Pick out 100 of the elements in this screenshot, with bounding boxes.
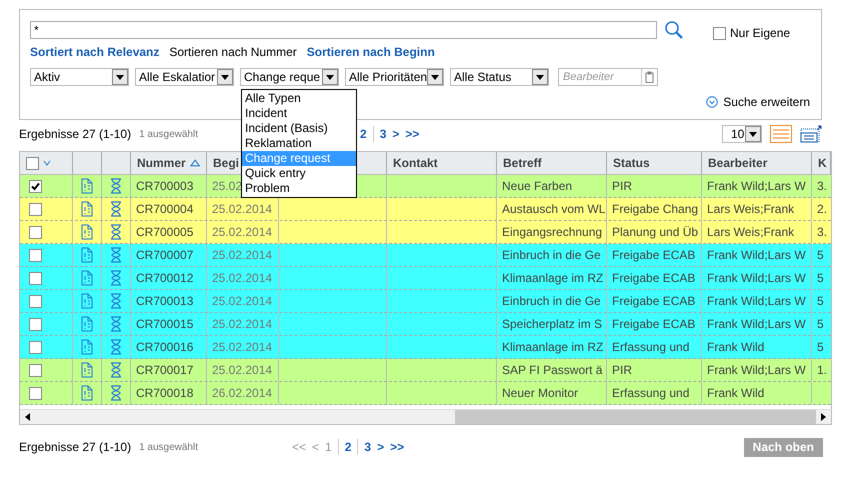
dropdown-caret-icon[interactable] [112,69,128,85]
table-row[interactable]: CR700012 25.02.2014 Klimaanlage im RZ Freigabe ECAB Frank Wild;Lars W 5 [20,267,831,290]
table-cell-text: 25.02.2014 [212,224,272,241]
table-cell-text: Frank Wild;Lars W [707,316,806,333]
table-row[interactable]: CR700017 25.02.2014 SAP FI Passwort ä PIR Frank Wild;Lars W 1. [20,359,831,382]
table-cell-text: 5 [817,270,824,287]
column-header[interactable]: K [818,154,827,172]
dropdown-option[interactable]: Incident (Basis) [242,121,356,136]
dropdown-option[interactable]: Incident [242,106,356,121]
table-cell-text: 3. [817,178,828,195]
document-icon[interactable] [81,362,93,378]
checkbox[interactable] [26,156,39,170]
filter-select[interactable]: Alle Prioritäten [345,68,444,86]
table-cell-text: Lars Weis;Frank [707,224,794,241]
dropdown-caret-icon[interactable] [532,69,548,85]
dropdown-option[interactable]: Reklamation [242,136,356,151]
filter-select[interactable]: Aktiv [30,68,129,86]
column-header[interactable]: Kontakt [393,154,438,172]
dropdown-option[interactable]: Problem [242,181,356,196]
document-icon[interactable] [81,339,93,355]
expand-search-link[interactable]: Suche erweitern [723,93,810,111]
table-row[interactable]: CR700007 25.02.2014 Einbruch in die Ge Freigabe ECAB Frank Wild;Lars W 5 [20,244,831,267]
page-size-select[interactable]: 10 [722,125,762,143]
page-nav-link[interactable]: > [392,125,400,143]
sort-ascending-icon[interactable] [190,159,200,167]
table-cell-text: 25.02 [212,178,242,195]
table-cell-text: Einbruch in die Ge [502,293,601,310]
column-header[interactable]: Betreff [503,154,542,172]
table-row[interactable]: CR700005 25.02.2014 Eingangsrechnung Planung und Üb Lars Weis;Frank 3. [20,221,831,244]
horizontal-scrollbar[interactable] [20,409,831,424]
table-row[interactable]: CR700015 25.02.2014 Speicherplatz im S Freigabe ECAB Frank Wild;Lars W 5 [20,313,831,336]
table-cell-text: 25.02.2014 [212,316,272,333]
document-icon[interactable] [81,385,93,401]
search-icon[interactable] [664,20,684,40]
table-row[interactable]: CR700013 25.02.2014 Einbruch in die Ge Freigabe ECAB Frank Wild;Lars W 5 [20,290,831,313]
column-header[interactable]: Nummer [137,154,186,172]
results-summary: Ergebnisse 27 (1-10) [19,439,132,456]
hourglass-icon [110,362,122,378]
table-row[interactable]: CR700018 26.02.2014 Neuer Monitor Erfassung und Frank Wild [20,382,831,405]
checkbox[interactable] [29,364,42,376]
document-icon[interactable] [81,316,93,332]
table-cell-text: CR700018 [136,385,194,402]
document-icon[interactable] [81,247,93,263]
page-nav-link[interactable]: >> [390,438,404,456]
document-icon[interactable] [81,178,93,194]
search-field[interactable]: * [30,21,657,39]
checkbox[interactable] [29,340,42,354]
column-header[interactable]: Status [613,154,650,172]
filter-select[interactable]: Alle Status [450,68,549,86]
page-link[interactable]: 2 [360,125,367,143]
checkbox[interactable] [29,272,42,284]
table-cell-text: CR700015 [136,316,194,333]
table-row[interactable]: CR700016 25.02.2014 Klimaanlage im RZ Erfassung und Frank Wild 5 [20,336,831,359]
clipboard-icon[interactable] [645,71,654,83]
document-icon[interactable] [81,201,93,217]
table-cell-text: Neue Farben [502,178,572,195]
chevron-circle-icon[interactable] [706,96,718,108]
page-nav-link[interactable]: > [377,438,384,456]
filter-select[interactable]: Change reque [240,68,339,86]
checkbox[interactable] [29,226,42,238]
sort-option[interactable]: Sortiert nach Relevanz [30,43,160,61]
export-window-icon[interactable] [800,125,822,143]
dropdown-caret-icon[interactable] [745,126,761,142]
dropdown-option[interactable]: Alle Typen [242,91,356,106]
dropdown-caret-icon[interactable] [217,69,233,85]
document-icon[interactable] [81,293,93,309]
table-cell-text: 25.02.2014 [212,293,272,310]
table-cell-text: 1. [817,362,828,379]
list-view-icon[interactable] [770,125,792,143]
checkbox[interactable] [29,318,42,330]
table-cell-text: CR700003 [136,178,194,195]
type-dropdown-list[interactable]: Alle Typen Incident Incident (Basis) Reklamation Change request Quick entry Problem [241,89,357,198]
checkbox[interactable] [713,26,726,40]
page-nav-link[interactable]: >> [405,125,420,143]
checkbox[interactable] [29,248,42,262]
chevron-down-icon[interactable] [43,160,51,166]
page-link[interactable]: 3 [364,438,372,456]
dropdown-caret-icon[interactable] [322,69,338,85]
sort-option[interactable]: Sortieren nach Nummer [169,43,297,61]
checkbox[interactable] [29,202,42,216]
column-header[interactable]: Bearbeiter [708,154,768,172]
table-cell-text: Frank Wild [707,339,764,356]
page-link[interactable]: 3 [380,125,386,143]
document-icon[interactable] [81,224,93,240]
sort-option[interactable]: Sortieren nach Beginn [306,43,435,61]
checkbox[interactable] [29,294,42,308]
hourglass-icon [110,293,122,309]
document-icon[interactable] [81,270,93,286]
hourglass-icon [110,178,122,194]
checkbox[interactable] [29,386,42,400]
table-row[interactable]: CR700004 25.02.2014 Austausch vom WL Freigabe Chang Lars Weis;Frank 2. [20,198,831,221]
table-cell-text: Frank Wild;Lars W [707,293,806,310]
table-cell-text: Speicherplatz im S [502,316,602,333]
checkbox[interactable] [29,180,42,192]
page-link[interactable]: 2 [344,438,352,456]
table-cell-text: 25.02.2014 [212,362,272,379]
column-header[interactable]: Begi [213,154,240,172]
filter-select[interactable]: Alle Eskalatior [135,68,234,86]
dropdown-caret-icon[interactable] [427,69,443,85]
table-cell-text: 3. [817,224,828,241]
